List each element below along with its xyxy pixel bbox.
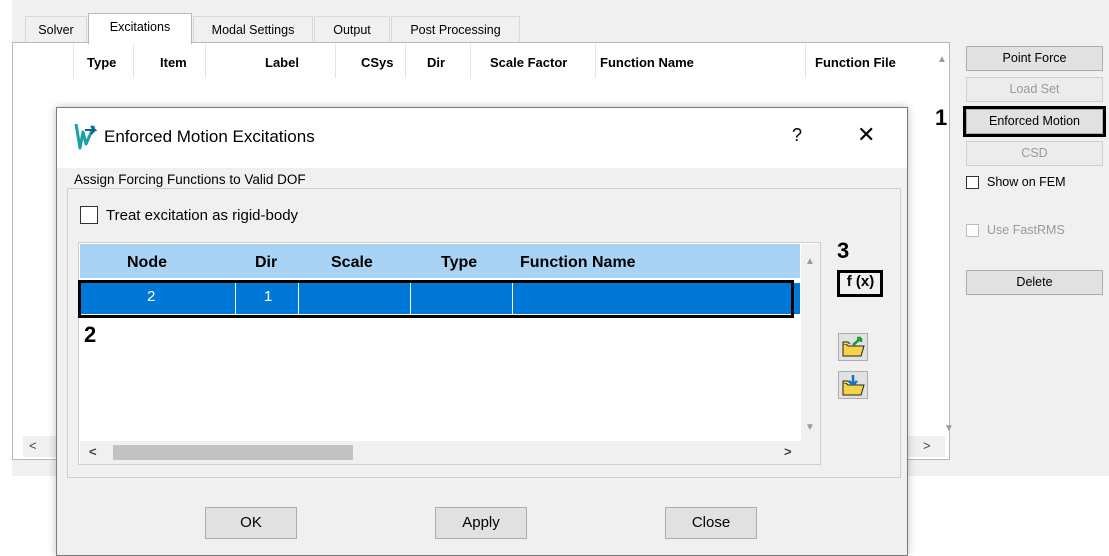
tab-excitations[interactable]: Excitations [88, 13, 192, 44]
open-file-button[interactable] [838, 333, 868, 361]
scroll-up-arrow-icon[interactable]: ▲ [805, 256, 815, 267]
highlight-box-3 [837, 270, 883, 297]
column-divider [405, 44, 406, 78]
use-fastrms-checkbox[interactable] [966, 224, 979, 237]
scroll-down-arrow-icon[interactable]: ▼ [805, 422, 815, 433]
grid-header: Node Dir Scale Type Function Name [80, 244, 800, 278]
use-fastrms-label: Use FastRMS [987, 223, 1065, 237]
highlight-box-2 [78, 280, 794, 318]
csd-button[interactable]: CSD [966, 141, 1103, 166]
enforced-motion-dialog: Enforced Motion Excitations ? ✕ Assign F… [56, 107, 908, 556]
load-set-button[interactable]: Load Set [966, 77, 1103, 102]
grid-column-dir[interactable]: Dir [255, 254, 277, 272]
column-header-function-name[interactable]: Function Name [600, 55, 694, 70]
dialog-titlebar[interactable]: Enforced Motion Excitations ? ✕ [57, 108, 907, 168]
grid-column-type[interactable]: Type [441, 254, 477, 272]
dof-grid[interactable]: Node Dir Scale Type Function Name 2 1 ▲ … [78, 242, 821, 465]
column-header-item[interactable]: Item [160, 55, 187, 70]
column-divider [133, 44, 134, 78]
column-divider [805, 44, 806, 78]
folder-open-icon [842, 336, 865, 357]
folder-export-icon [842, 375, 865, 396]
group-label: Assign Forcing Functions to Valid DOF [70, 172, 310, 187]
column-header-scale-factor[interactable]: Scale Factor [490, 55, 567, 70]
ok-button[interactable]: OK [205, 507, 297, 539]
scrollbar-thumb[interactable] [113, 445, 353, 460]
column-header-csys[interactable]: CSys [361, 55, 394, 70]
column-divider [595, 44, 596, 78]
grid-column-scale[interactable]: Scale [331, 254, 373, 272]
close-button[interactable]: Close [665, 507, 757, 539]
scroll-down-arrow-icon[interactable]: ▼ [944, 423, 954, 434]
tab-solver[interactable]: Solver [25, 16, 87, 43]
close-icon[interactable]: ✕ [857, 122, 875, 148]
dialog-title: Enforced Motion Excitations [104, 127, 315, 146]
export-file-button[interactable] [838, 371, 868, 399]
scroll-left-arrow-icon[interactable]: < [89, 444, 97, 459]
point-force-button[interactable]: Point Force [966, 46, 1103, 71]
grid-vertical-scrollbar[interactable]: ▲ ▼ [801, 244, 820, 441]
annotation-marker-1: 1 [935, 105, 948, 130]
tab-post-processing[interactable]: Post Processing [391, 16, 520, 43]
column-header-label[interactable]: Label [265, 55, 299, 70]
grid-column-function-name[interactable]: Function Name [520, 254, 636, 272]
scroll-up-arrow-icon[interactable]: ▲ [937, 54, 947, 65]
help-icon[interactable]: ? [792, 125, 802, 146]
tab-modal-settings[interactable]: Modal Settings [193, 16, 313, 43]
tab-output[interactable]: Output [314, 16, 390, 43]
delete-button[interactable]: Delete [966, 270, 1103, 295]
scroll-left-arrow-icon[interactable]: < [29, 438, 37, 453]
column-header-function-file[interactable]: Function File [815, 55, 896, 70]
column-header-dir[interactable]: Dir [427, 55, 445, 70]
scroll-right-arrow-icon[interactable]: > [784, 444, 792, 459]
column-divider [73, 44, 74, 78]
column-divider [470, 44, 471, 78]
annotation-marker-2: 2 [84, 322, 97, 347]
highlight-box-1 [963, 106, 1106, 137]
scroll-right-arrow-icon[interactable]: > [923, 438, 931, 453]
annotation-marker-3: 3 [837, 238, 850, 263]
rigid-body-label: Treat excitation as rigid-body [106, 207, 299, 224]
show-on-fem-checkbox[interactable] [966, 176, 979, 189]
column-divider [335, 44, 336, 78]
show-on-fem-label: Show on FEM [987, 175, 1066, 189]
grid-column-node[interactable]: Node [127, 254, 167, 272]
grid-horizontal-scrollbar[interactable]: < > [80, 441, 820, 464]
app-logo-icon [74, 123, 97, 150]
column-header-type[interactable]: Type [87, 55, 116, 70]
rigid-body-checkbox[interactable] [80, 206, 98, 224]
apply-button[interactable]: Apply [435, 507, 527, 539]
column-divider [205, 44, 206, 78]
